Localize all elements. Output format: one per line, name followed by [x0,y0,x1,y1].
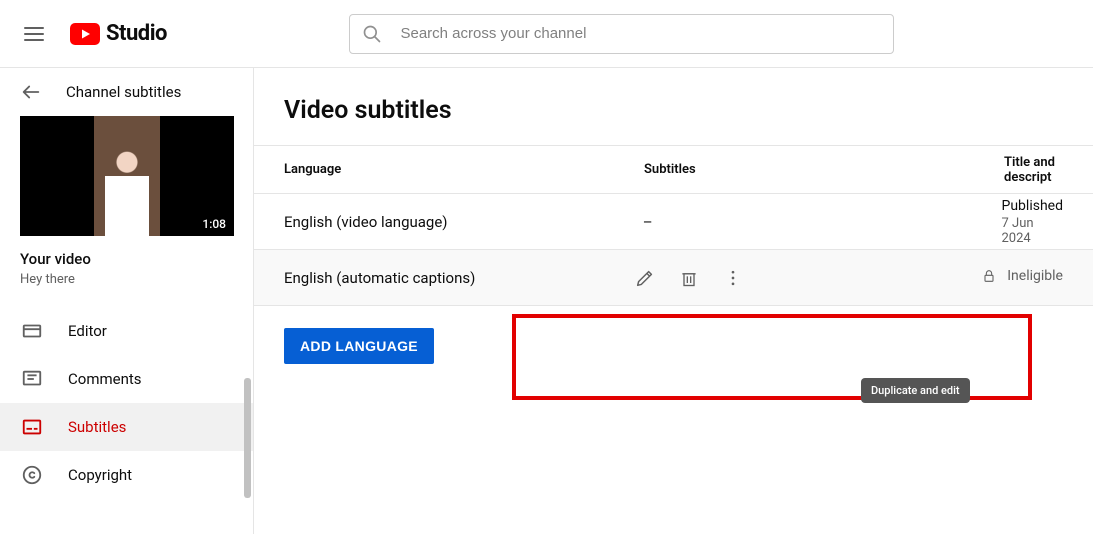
sidebar-item-editor[interactable]: Editor [0,307,253,355]
status-text: Ineligible [1007,268,1063,284]
delete-icon[interactable] [677,266,701,290]
status-text: Published [1002,198,1063,214]
search-wrap [167,14,1077,54]
cell-subtitle: – [643,213,1002,231]
page-title: Video subtitles [254,68,1093,146]
table-row[interactable]: English (automatic captions) [254,250,1093,306]
status-date: 7 Jun 2024 [1002,216,1063,246]
back-label: Channel subtitles [66,83,181,101]
youtube-icon [70,23,100,45]
back-link[interactable]: Channel subtitles [0,68,253,116]
logo-text: Studio [106,21,167,46]
edit-icon[interactable] [633,266,657,290]
sidebar-item-copyright[interactable]: Copyright [0,451,253,499]
table-row[interactable]: English (video language) – Published 7 J… [254,194,1093,250]
sidebar-item-label: Comments [68,370,142,388]
sidebar-item-label: Subtitles [68,418,126,436]
your-video-label: Your video [20,250,233,268]
tooltip: Duplicate and edit [861,378,970,403]
sidebar-item-label: Copyright [68,466,132,484]
hamburger-menu-icon[interactable] [22,22,46,46]
editor-icon [20,319,44,343]
cell-language: English (automatic captions) [284,269,633,287]
cell-language: English (video language) [284,213,643,231]
sidebar-item-label: Editor [68,322,107,340]
more-options-icon[interactable] [721,266,745,290]
cell-status: Published 7 Jun 2024 [1002,198,1063,246]
video-title: Hey there [20,272,233,287]
topbar: Studio [0,0,1093,68]
search-input[interactable] [398,24,881,43]
video-thumbnail[interactable]: 1:08 [0,116,253,236]
copyright-icon [20,463,44,487]
col-header-title-desc: Title and descript [1004,155,1063,185]
subtitles-icon [20,415,44,439]
main: Video subtitles Language Subtitles Title… [254,68,1093,534]
cell-status: Ineligible [981,268,1063,288]
sidebar-item-comments[interactable]: Comments [0,355,253,403]
add-language-button[interactable]: ADD LANGUAGE [284,328,434,364]
comments-icon [20,367,44,391]
table-header: Language Subtitles Title and descript [254,146,1093,194]
sidebar-item-subtitles[interactable]: Subtitles [0,403,253,451]
nav: Editor Comments Subtitles Copyright [0,307,253,499]
video-meta: Your video Hey there [0,236,253,307]
video-duration: 1:08 [198,216,230,232]
cell-subtitle-actions [633,266,982,290]
search-box[interactable] [349,14,894,54]
sidebar-scrollbar[interactable] [243,368,253,528]
arrow-left-icon [20,81,42,103]
logo[interactable]: Studio [70,21,167,46]
search-icon [362,24,382,44]
col-header-language: Language [284,162,644,177]
col-header-subtitles: Subtitles [644,162,1004,177]
lock-icon [981,268,997,284]
body: Channel subtitles 1:08 Your video Hey th… [0,68,1093,534]
sidebar: Channel subtitles 1:08 Your video Hey th… [0,68,254,534]
